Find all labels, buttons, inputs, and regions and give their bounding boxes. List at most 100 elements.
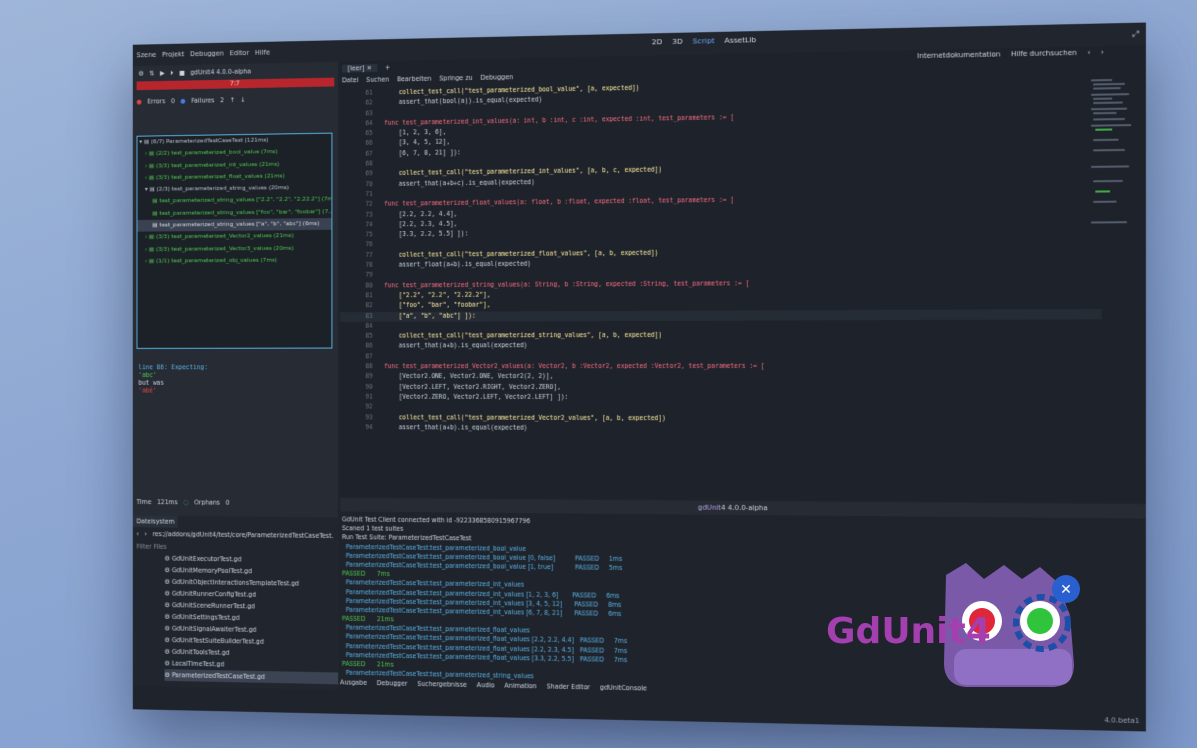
- code-line[interactable]: 89 [Vector2.ONE, Vector2.ONE, Vector2(2,…: [340, 372, 1102, 383]
- svg-text:✕: ✕: [1060, 582, 1072, 598]
- menu-debug[interactable]: Debuggen: [190, 50, 224, 59]
- suite-icon: ▤: [143, 138, 150, 146]
- code-text: ["foo", "bar", "foobar"],: [384, 301, 491, 310]
- stop-icon[interactable]: ■: [179, 69, 185, 77]
- menu-project[interactable]: Projekt: [162, 50, 185, 58]
- line-number: 81: [365, 292, 373, 300]
- history-back-icon[interactable]: ‹: [1087, 48, 1090, 56]
- filesystem-dock: Dateisystem ‹ › res://addons/gdUnit4/tes…: [132, 515, 339, 691]
- test-tree: ▾ ▤ (6/7) ParameterizedTestCaseTest (121…: [136, 132, 333, 349]
- line-number: 77: [365, 251, 373, 259]
- code-line[interactable]: 88 func test_parameterized_Vector2_values…: [340, 362, 1102, 373]
- file-list: ⚙ GdUnitExecutorTest.gd ⚙ GdUnitMemoryPo…: [164, 553, 339, 685]
- line-number: 78: [365, 261, 373, 269]
- code-text: assert_float(a+b).is_equal(expected): [384, 260, 532, 269]
- failure-report: line 86: Expecting: 'abc' but was 'abé': [138, 363, 207, 394]
- code-text: assert_that(a+b).is_equal(expected): [384, 342, 528, 350]
- filesystem-tab[interactable]: Dateisystem: [132, 515, 178, 528]
- line-number: 82: [365, 302, 373, 310]
- run-icon[interactable]: ▶: [160, 69, 165, 77]
- file-item-selected[interactable]: ⚙ ParameterizedTestCaseTest.gd: [164, 669, 339, 685]
- code-line[interactable]: 91 [Vector2.ZERO, Vector2.LEFT, Vector2.…: [340, 393, 1102, 404]
- menu-editor[interactable]: Editor: [230, 49, 250, 57]
- tab-output[interactable]: Ausgabe: [340, 678, 367, 686]
- line-number: 68: [365, 160, 373, 168]
- debug-icon[interactable]: ⏵: [170, 69, 173, 78]
- code-text: [2.2, 2.3, 4.5],: [384, 220, 458, 229]
- code-text: ["2.2", "2.2", "2.22.2"],: [384, 291, 491, 300]
- gdunit-panel: ⚙ ⇅ ▶ ⏵ ■ gdUnit4 4.0.0-alpha 7:7 ● Erro…: [132, 61, 339, 691]
- minimap[interactable]: [1089, 76, 1137, 262]
- line-number: 67: [365, 150, 373, 158]
- tab-search-results[interactable]: Suchergebnisse: [417, 680, 467, 689]
- code-line[interactable]: 87: [340, 351, 1102, 362]
- failure-line: line 86: Expecting:: [138, 363, 208, 372]
- tree-test[interactable]: › ▤ (1/1) test_parameterized_obj_values …: [137, 254, 331, 267]
- line-number: 65: [365, 130, 373, 138]
- errors-count: 0: [170, 97, 175, 106]
- sort-icon[interactable]: ⇅: [149, 69, 154, 77]
- menu-search[interactable]: Suchen: [366, 76, 389, 84]
- code-text: [Vector2.LEFT, Vector2.RIGHT, Vector2.ZE…: [384, 383, 561, 391]
- script-editor: [leer] ✕ + Internetdokumentation Hilfe d…: [340, 45, 1146, 516]
- online-docs-link[interactable]: Internetdokumentation: [917, 50, 1000, 60]
- line-number: 89: [365, 373, 373, 381]
- forward-icon[interactable]: ›: [145, 527, 147, 541]
- history-forward-icon[interactable]: ›: [1101, 48, 1104, 56]
- line-number: 66: [365, 140, 373, 148]
- menu-goto[interactable]: Springe zu: [439, 74, 473, 83]
- tab-audio[interactable]: Audio: [477, 681, 495, 689]
- code-text: ["a", "b", "abc"] ]):: [384, 312, 476, 320]
- failure-expected: 'abc': [138, 371, 157, 379]
- failure-icon: ●: [180, 97, 186, 105]
- menu-scene[interactable]: Szene: [137, 51, 157, 59]
- menu-debug-editor[interactable]: Debuggen: [480, 73, 513, 82]
- prev-failure-icon[interactable]: ↑: [230, 96, 235, 104]
- distraction-free-icon[interactable]: ⤢: [1133, 29, 1140, 39]
- tab-debugger[interactable]: Debugger: [377, 679, 408, 687]
- tab-shader-editor[interactable]: Shader Editor: [547, 683, 591, 692]
- back-icon[interactable]: ‹: [137, 527, 139, 541]
- code-line[interactable]: 94 assert_that(a+b).is_equal(expected): [340, 423, 1102, 436]
- screenshot-stage: Szene Projekt Debuggen Editor Hilfe 2D 3…: [0, 0, 1197, 748]
- version-label: 4.0.beta1: [1104, 716, 1140, 726]
- menu-file[interactable]: Datei: [342, 76, 359, 84]
- tab-animation[interactable]: Animation: [504, 682, 536, 691]
- line-number: 88: [365, 363, 373, 371]
- code-text: collect_test_call("test_parameterized_st…: [384, 332, 663, 340]
- tab-gdunit-console[interactable]: gdUnitConsole: [600, 684, 647, 693]
- settings-icon[interactable]: ⚙: [138, 70, 143, 78]
- line-number: 84: [365, 322, 373, 330]
- line-number: 70: [365, 180, 373, 188]
- gdunit4-logo: ✕ GdUnit4: [826, 545, 1096, 695]
- menu-edit[interactable]: Bearbeiten: [397, 75, 431, 84]
- add-tab-icon[interactable]: +: [385, 63, 390, 71]
- next-failure-icon[interactable]: ↓: [241, 96, 246, 104]
- time-label: Time: [136, 498, 152, 506]
- line-number: 86: [365, 342, 373, 350]
- line-number: 73: [365, 211, 373, 219]
- logo-text: GdUnit4: [826, 611, 991, 652]
- code-text: [2.2, 2.2, 4.4],: [384, 210, 458, 219]
- filesystem-path[interactable]: res://addons/gdUnit4/test/core/Parameter…: [153, 527, 334, 543]
- line-number: 93: [365, 413, 373, 421]
- workspace-2d[interactable]: 2D: [652, 37, 662, 46]
- workspace-3d[interactable]: 3D: [672, 37, 683, 46]
- line-number: 79: [365, 272, 373, 279]
- tree-test-case-selected[interactable]: ▤ test_parameterized_string_values ["a",…: [137, 218, 332, 233]
- workspace-switcher: 2D 3D Script AssetLib: [652, 35, 756, 46]
- main-menu: Szene Projekt Debuggen Editor Hilfe: [133, 49, 270, 60]
- menu-help[interactable]: Hilfe: [255, 49, 270, 57]
- code-text: [6, 7, 8, 21] ]):: [384, 149, 461, 158]
- line-number: 91: [365, 393, 373, 401]
- close-icon[interactable]: ✕: [366, 64, 371, 72]
- test-stats: ● Errors 0 ● Failures 2 ↑ ↓: [133, 91, 338, 108]
- failures-label: Failures: [191, 96, 215, 105]
- code-area[interactable]: 61 collect_test_call("test_parameterized…: [340, 75, 1102, 495]
- workspace-script[interactable]: Script: [693, 36, 715, 46]
- code-text: func test_parameterized_Vector2_values(a…: [384, 362, 765, 371]
- gdunit-title: gdUnit4 4.0.0-alpha: [190, 67, 252, 77]
- search-help-link[interactable]: Hilfe durchsuchen: [1011, 49, 1077, 59]
- script-tab[interactable]: [leer] ✕: [341, 63, 378, 73]
- workspace-assetlib[interactable]: AssetLib: [725, 35, 757, 45]
